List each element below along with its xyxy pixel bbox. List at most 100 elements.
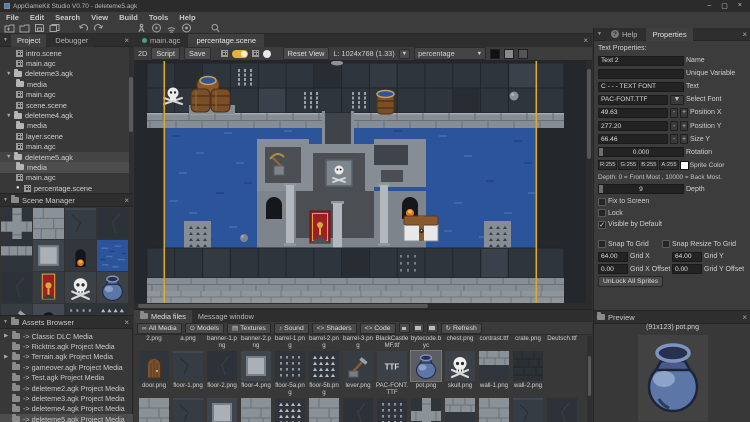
- position-y-plus[interactable]: +: [680, 121, 688, 131]
- fix-to-screen-checkbox[interactable]: [598, 198, 606, 206]
- media-item[interactable]: [341, 397, 375, 422]
- reset-view-button[interactable]: Reset View: [283, 47, 330, 60]
- color-swatch-black[interactable]: [490, 49, 500, 59]
- panel-menu-icon[interactable]: ▼: [597, 31, 602, 37]
- palette-tile-archfire[interactable]: [65, 240, 96, 271]
- search-icon[interactable]: [210, 23, 221, 33]
- palette-tile-cobble[interactable]: [33, 208, 64, 239]
- menu-view[interactable]: View: [91, 13, 108, 22]
- thumb-size-button-3[interactable]: [427, 323, 438, 333]
- tree-item-deleteme5-agk[interactable]: ▼deleteme5.agk: [0, 152, 133, 162]
- media-thumbnail[interactable]: [513, 351, 543, 381]
- asset-item[interactable]: -> gameover.agk Project Media: [0, 362, 133, 372]
- media-thumbnail[interactable]: [241, 398, 271, 422]
- media-item[interactable]: Deutsch.ttf: [545, 335, 579, 350]
- resolution-dropdown[interactable]: ▼: [399, 49, 410, 59]
- tree-item-layer-scene[interactable]: layer.scene: [0, 131, 133, 141]
- media-item[interactable]: [205, 397, 239, 422]
- palette-tile-path[interactable]: [1, 208, 32, 239]
- tree-item-main-agc[interactable]: main.agc: [0, 173, 133, 183]
- palette-tile-banner[interactable]: [33, 272, 64, 303]
- mode-2d-label[interactable]: 2D: [138, 49, 147, 58]
- palette-tile-slate2[interactable]: [97, 208, 128, 239]
- grid-y-field[interactable]: [672, 252, 702, 262]
- media-item[interactable]: [511, 397, 545, 422]
- media-item[interactable]: [545, 397, 579, 422]
- filter-models[interactable]: ⊙Models: [185, 323, 224, 334]
- color-a[interactable]: A:255: [659, 160, 678, 170]
- media-item-pot-png[interactable]: pot.png: [409, 350, 443, 397]
- close-icon[interactable]: ×: [742, 313, 748, 322]
- thumb-size-button-1[interactable]: [399, 323, 410, 333]
- run-icon[interactable]: [151, 23, 162, 33]
- media-thumbnail[interactable]: [343, 351, 373, 381]
- media-item[interactable]: a.png: [171, 335, 205, 350]
- palette-tile-water[interactable]: [97, 240, 128, 271]
- grid-x-offset-field[interactable]: [598, 264, 628, 274]
- redo-icon[interactable]: [93, 23, 104, 33]
- position-y-minus[interactable]: -: [670, 121, 678, 131]
- media-scrollbar[interactable]: [587, 336, 592, 422]
- media-item[interactable]: bytecode.byc: [409, 335, 443, 350]
- close-icon[interactable]: ×: [742, 30, 748, 39]
- save-icon[interactable]: [34, 23, 45, 33]
- media-thumbnail[interactable]: [173, 351, 203, 381]
- tree-item-intro-scene[interactable]: intro.scene: [0, 48, 133, 58]
- media-thumbnail[interactable]: [445, 398, 475, 422]
- media-item-floor-1-png[interactable]: floor-1.png: [171, 350, 205, 397]
- media-thumbnail[interactable]: [547, 398, 577, 422]
- menu-tools[interactable]: Tools: [149, 13, 168, 22]
- menu-edit[interactable]: Edit: [30, 13, 44, 22]
- tree-item-percentage-scene[interactable]: ●percentage.scene: [0, 183, 133, 193]
- media-item[interactable]: barrel-2.png: [307, 335, 341, 350]
- scene-select-dropdown[interactable]: percentage▼: [414, 47, 486, 60]
- media-item[interactable]: [239, 397, 273, 422]
- media-item-door-png[interactable]: door.png: [137, 350, 171, 397]
- media-item[interactable]: contrast.ttf: [477, 335, 511, 350]
- color-b[interactable]: B:255: [639, 160, 658, 170]
- asset-item[interactable]: -> deleteme4.agk Project Media: [0, 404, 133, 414]
- close-icon[interactable]: ×: [124, 36, 130, 45]
- script-button[interactable]: Script: [151, 47, 180, 60]
- size-y-plus[interactable]: +: [680, 134, 688, 144]
- tab-percentage-scene[interactable]: percentage.scene: [188, 34, 264, 47]
- filter-shaders[interactable]: <>Shaders: [312, 323, 357, 334]
- media-thumbnail[interactable]: [445, 351, 475, 381]
- depth-slider[interactable]: 9: [598, 184, 684, 194]
- media-thumbnail[interactable]: [139, 351, 169, 381]
- asset-item[interactable]: -> Test.agk Project Media: [0, 373, 133, 383]
- media-item-wall-1-png[interactable]: wall-1.png: [477, 350, 511, 397]
- palette-tile-slate[interactable]: [65, 208, 96, 239]
- open-project-icon[interactable]: [19, 23, 30, 33]
- snap-to-grid-checkbox[interactable]: [598, 240, 606, 248]
- palette-tile-ledge[interactable]: [1, 240, 32, 271]
- tree-item-deleteme4-agk[interactable]: ▼deleteme4.agk: [0, 110, 133, 120]
- media-item[interactable]: [443, 397, 477, 422]
- panel-menu-icon[interactable]: ▼: [3, 37, 8, 43]
- menu-search[interactable]: Search: [55, 13, 80, 22]
- tab-project[interactable]: Project: [11, 34, 46, 47]
- visible-by-default-checkbox[interactable]: ✓: [598, 221, 606, 229]
- media-item-floor-5a-png[interactable]: floor-5a.png: [273, 350, 307, 397]
- color-swatch-darkgray[interactable]: [518, 49, 528, 59]
- media-thumbnail[interactable]: [343, 398, 373, 422]
- media-thumbnail[interactable]: [207, 398, 237, 422]
- media-item-floor-4-png[interactable]: floor-4.png: [239, 350, 273, 397]
- debug-icon[interactable]: [181, 23, 192, 33]
- menu-build[interactable]: Build: [119, 13, 138, 22]
- media-item-wall-2-png[interactable]: wall-2.png: [511, 350, 545, 397]
- snap-resize-checkbox[interactable]: [662, 240, 670, 248]
- size-y-minus[interactable]: -: [670, 134, 678, 144]
- tree-item-main-agc[interactable]: main.agc: [0, 142, 133, 152]
- media-item[interactable]: banner-2.png: [239, 335, 273, 350]
- snap-toggle[interactable]: [232, 50, 248, 58]
- media-item[interactable]: banner-1.png: [205, 335, 239, 350]
- tab-media-files[interactable]: Media files: [134, 310, 192, 323]
- media-item[interactable]: [171, 397, 205, 422]
- tree-item-media[interactable]: media: [0, 79, 133, 89]
- media-item[interactable]: [137, 397, 171, 422]
- tree-item-main-agc[interactable]: main.agc: [0, 90, 133, 100]
- filter-all-media[interactable]: ∞All Media: [137, 323, 182, 334]
- grid-x-field[interactable]: [598, 252, 628, 262]
- thumb-size-button-2[interactable]: [413, 323, 424, 333]
